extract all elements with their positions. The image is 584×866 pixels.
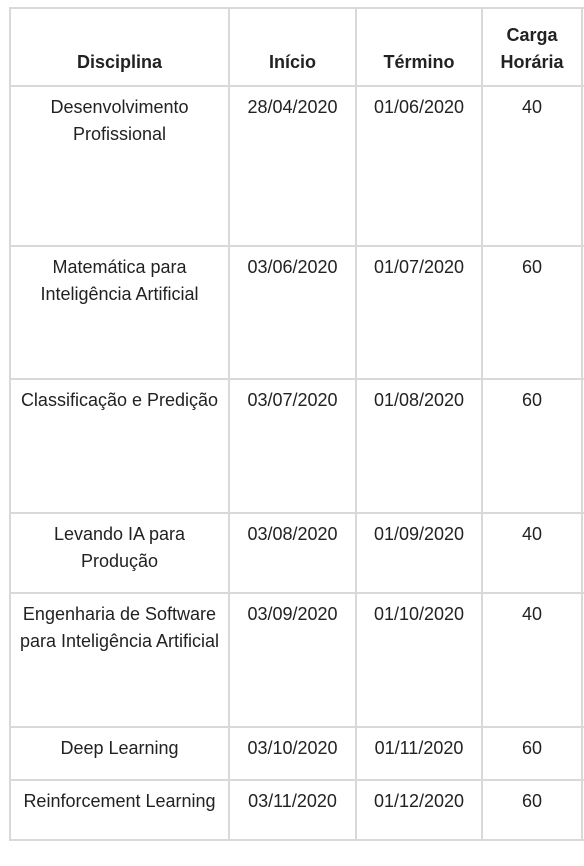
header-inicio: Início [228,7,357,87]
course-schedule-table: Disciplina Início Término Carga Horária … [9,7,584,841]
cell-inicio: 03/11/2020 [228,779,357,841]
cell-carga: 60 [481,245,583,380]
cell-disciplina: Reinforcement Learning [9,779,230,841]
cell-carga: 40 [481,592,583,728]
cell-carga: 60 [481,378,583,514]
table-row: Classificação e Predição 03/07/2020 01/0… [9,378,584,514]
table-row: Deep Learning 03/10/2020 01/11/2020 60 [9,726,584,781]
cell-termino: 01/09/2020 [355,512,483,594]
cell-inicio: 03/07/2020 [228,378,357,514]
cell-termino: 01/11/2020 [355,726,483,781]
table-row: Desenvolvimento Profissional 28/04/2020 … [9,85,584,247]
table-header-row: Disciplina Início Término Carga Horária [9,7,584,87]
cell-inicio: 03/10/2020 [228,726,357,781]
cell-disciplina: Matemática para Inteligência Artificial [9,245,230,380]
header-disciplina: Disciplina [9,7,230,87]
cell-inicio: 03/06/2020 [228,245,357,380]
cell-disciplina: Deep Learning [9,726,230,781]
cell-carga: 60 [481,726,583,781]
header-termino: Término [355,7,483,87]
cell-termino: 01/06/2020 [355,85,483,247]
cell-inicio: 28/04/2020 [228,85,357,247]
table-row: Engenharia de Software para Inteligência… [9,592,584,728]
cell-inicio: 03/09/2020 [228,592,357,728]
table-row: Reinforcement Learning 03/11/2020 01/12/… [9,779,584,841]
cell-inicio: 03/08/2020 [228,512,357,594]
cell-disciplina: Classificação e Predição [9,378,230,514]
cell-carga: 40 [481,512,583,594]
header-carga-horaria: Carga Horária [481,7,583,87]
table-row: Levando IA para Produção 03/08/2020 01/0… [9,512,584,594]
cell-disciplina: Levando IA para Produção [9,512,230,594]
cell-termino: 01/10/2020 [355,592,483,728]
cell-disciplina: Desenvolvimento Profissional [9,85,230,247]
cell-termino: 01/07/2020 [355,245,483,380]
cell-carga: 40 [481,85,583,247]
table-row: Matemática para Inteligência Artificial … [9,245,584,380]
cell-termino: 01/12/2020 [355,779,483,841]
cell-disciplina: Engenharia de Software para Inteligência… [9,592,230,728]
cell-carga: 60 [481,779,583,841]
cell-termino: 01/08/2020 [355,378,483,514]
course-schedule-table-wrap: Disciplina Início Término Carga Horária … [9,7,584,841]
